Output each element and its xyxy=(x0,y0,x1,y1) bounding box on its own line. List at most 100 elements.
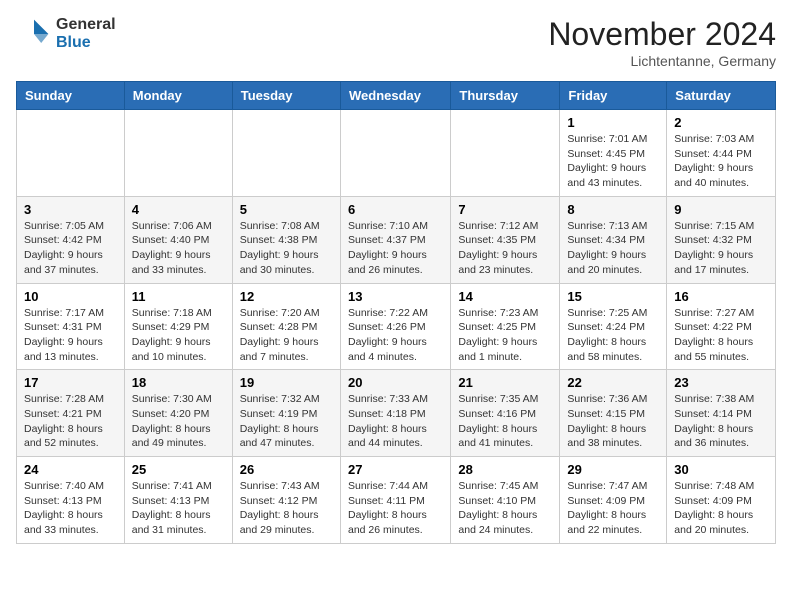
calendar-day-cell xyxy=(232,110,340,197)
location: Lichtentanne, Germany xyxy=(548,53,776,69)
day-number: 15 xyxy=(567,289,659,304)
calendar-week-row: 17 Sunrise: 7:28 AM Sunset: 4:21 PM Dayli… xyxy=(17,370,776,457)
day-number: 5 xyxy=(240,202,333,217)
page-header: General Blue November 2024 Lichtentanne,… xyxy=(16,16,776,69)
day-number: 7 xyxy=(458,202,552,217)
weekday-header: Sunday xyxy=(17,82,125,110)
logo-general: General xyxy=(56,16,116,34)
day-number: 13 xyxy=(348,289,443,304)
day-number: 28 xyxy=(458,462,552,477)
day-info: Sunrise: 7:23 AM Sunset: 4:25 PM Dayligh… xyxy=(458,306,552,365)
calendar-day-cell: 14Sunrise: 7:23 AM Sunset: 4:25 PM Dayli… xyxy=(451,283,560,370)
weekday-header: Friday xyxy=(560,82,667,110)
day-info: Sunrise: 7:35 AM Sunset: 4:16 PM Dayligh… xyxy=(458,392,552,451)
day-number: 1 xyxy=(567,115,659,130)
day-info: Sunrise: 7:06 AM Sunset: 4:40 PM Dayligh… xyxy=(132,219,225,278)
day-info: Sunrise: 7:22 AM Sunset: 4:26 PM Dayligh… xyxy=(348,306,443,365)
weekday-header: Monday xyxy=(124,82,232,110)
day-number: 29 xyxy=(567,462,659,477)
calendar-day-cell: 6 Sunrise: 7:10 AM Sunset: 4:37 PM Daylig… xyxy=(340,196,450,283)
day-number: 4 xyxy=(132,202,225,217)
day-number: 8 xyxy=(567,202,659,217)
day-number: 12 xyxy=(240,289,333,304)
day-info: Sunrise: 7:27 AM Sunset: 4:22 PM Dayligh… xyxy=(674,306,768,365)
calendar-day-cell: 29 Sunrise: 7:47 AM Sunset: 4:09 PM Dayli… xyxy=(560,457,667,544)
day-info: Sunrise: 7:25 AM Sunset: 4:24 PM Dayligh… xyxy=(567,306,659,365)
calendar-day-cell: 15 Sunrise: 7:25 AM Sunset: 4:24 PM Dayli… xyxy=(560,283,667,370)
calendar-day-cell: 22 Sunrise: 7:36 AM Sunset: 4:15 PM Dayli… xyxy=(560,370,667,457)
calendar-day-cell: 23 Sunrise: 7:38 AM Sunset: 4:14 PM Dayli… xyxy=(667,370,776,457)
day-number: 30 xyxy=(674,462,768,477)
calendar-day-cell: 28 Sunrise: 7:45 AM Sunset: 4:10 PM Dayli… xyxy=(451,457,560,544)
day-number: 11 xyxy=(132,289,225,304)
calendar-day-cell: 10Sunrise: 7:17 AM Sunset: 4:31 PM Dayli… xyxy=(17,283,125,370)
day-info: Sunrise: 7:08 AM Sunset: 4:38 PM Dayligh… xyxy=(240,219,333,278)
calendar-day-cell: 1Sunrise: 7:01 AM Sunset: 4:45 PM Daylig… xyxy=(560,110,667,197)
day-info: Sunrise: 7:03 AM Sunset: 4:44 PM Dayligh… xyxy=(674,132,768,191)
day-number: 3 xyxy=(24,202,117,217)
day-number: 2 xyxy=(674,115,768,130)
calendar-day-cell: 12 Sunrise: 7:20 AM Sunset: 4:28 PM Dayli… xyxy=(232,283,340,370)
weekday-row: SundayMondayTuesdayWednesdayThursdayFrid… xyxy=(17,82,776,110)
day-info: Sunrise: 7:47 AM Sunset: 4:09 PM Dayligh… xyxy=(567,479,659,538)
calendar-body: 1Sunrise: 7:01 AM Sunset: 4:45 PM Daylig… xyxy=(17,110,776,544)
day-info: Sunrise: 7:41 AM Sunset: 4:13 PM Dayligh… xyxy=(132,479,225,538)
title-section: November 2024 Lichtentanne, Germany xyxy=(548,16,776,69)
day-number: 10 xyxy=(24,289,117,304)
day-info: Sunrise: 7:45 AM Sunset: 4:10 PM Dayligh… xyxy=(458,479,552,538)
calendar-day-cell: 30 Sunrise: 7:48 AM Sunset: 4:09 PM Dayli… xyxy=(667,457,776,544)
calendar-day-cell: 27Sunrise: 7:44 AM Sunset: 4:11 PM Dayli… xyxy=(340,457,450,544)
calendar-week-row: 24Sunrise: 7:40 AM Sunset: 4:13 PM Dayli… xyxy=(17,457,776,544)
month-title: November 2024 xyxy=(548,16,776,53)
day-info: Sunrise: 7:38 AM Sunset: 4:14 PM Dayligh… xyxy=(674,392,768,451)
calendar-day-cell: 9 Sunrise: 7:15 AM Sunset: 4:32 PM Daylig… xyxy=(667,196,776,283)
day-number: 21 xyxy=(458,375,552,390)
weekday-header: Saturday xyxy=(667,82,776,110)
calendar-day-cell: 18Sunrise: 7:30 AM Sunset: 4:20 PM Dayli… xyxy=(124,370,232,457)
day-info: Sunrise: 7:33 AM Sunset: 4:18 PM Dayligh… xyxy=(348,392,443,451)
day-info: Sunrise: 7:43 AM Sunset: 4:12 PM Dayligh… xyxy=(240,479,333,538)
day-number: 23 xyxy=(674,375,768,390)
day-info: Sunrise: 7:15 AM Sunset: 4:32 PM Dayligh… xyxy=(674,219,768,278)
calendar-day-cell: 8Sunrise: 7:13 AM Sunset: 4:34 PM Daylig… xyxy=(560,196,667,283)
day-number: 26 xyxy=(240,462,333,477)
calendar-day-cell xyxy=(340,110,450,197)
day-info: Sunrise: 7:28 AM Sunset: 4:21 PM Dayligh… xyxy=(24,392,117,451)
day-number: 17 xyxy=(24,375,117,390)
logo: General Blue xyxy=(16,16,116,52)
calendar-day-cell: 16Sunrise: 7:27 AM Sunset: 4:22 PM Dayli… xyxy=(667,283,776,370)
day-number: 25 xyxy=(132,462,225,477)
calendar-day-cell: 11 Sunrise: 7:18 AM Sunset: 4:29 PM Dayli… xyxy=(124,283,232,370)
day-info: Sunrise: 7:48 AM Sunset: 4:09 PM Dayligh… xyxy=(674,479,768,538)
calendar-day-cell: 24Sunrise: 7:40 AM Sunset: 4:13 PM Dayli… xyxy=(17,457,125,544)
day-info: Sunrise: 7:40 AM Sunset: 4:13 PM Dayligh… xyxy=(24,479,117,538)
weekday-header: Wednesday xyxy=(340,82,450,110)
calendar-day-cell: 13 Sunrise: 7:22 AM Sunset: 4:26 PM Dayli… xyxy=(340,283,450,370)
calendar-week-row: 1Sunrise: 7:01 AM Sunset: 4:45 PM Daylig… xyxy=(17,110,776,197)
day-info: Sunrise: 7:20 AM Sunset: 4:28 PM Dayligh… xyxy=(240,306,333,365)
day-info: Sunrise: 7:10 AM Sunset: 4:37 PM Dayligh… xyxy=(348,219,443,278)
day-number: 27 xyxy=(348,462,443,477)
calendar-day-cell xyxy=(124,110,232,197)
calendar-day-cell xyxy=(17,110,125,197)
weekday-header: Thursday xyxy=(451,82,560,110)
calendar-day-cell: 25 Sunrise: 7:41 AM Sunset: 4:13 PM Dayli… xyxy=(124,457,232,544)
day-info: Sunrise: 7:12 AM Sunset: 4:35 PM Dayligh… xyxy=(458,219,552,278)
calendar-day-cell: 17 Sunrise: 7:28 AM Sunset: 4:21 PM Dayli… xyxy=(17,370,125,457)
day-number: 18 xyxy=(132,375,225,390)
calendar-header: SundayMondayTuesdayWednesdayThursdayFrid… xyxy=(17,82,776,110)
calendar-day-cell: 26 Sunrise: 7:43 AM Sunset: 4:12 PM Dayli… xyxy=(232,457,340,544)
calendar-day-cell: 2 Sunrise: 7:03 AM Sunset: 4:44 PM Daylig… xyxy=(667,110,776,197)
day-number: 19 xyxy=(240,375,333,390)
day-info: Sunrise: 7:36 AM Sunset: 4:15 PM Dayligh… xyxy=(567,392,659,451)
day-number: 20 xyxy=(348,375,443,390)
day-number: 6 xyxy=(348,202,443,217)
logo-blue: Blue xyxy=(56,34,116,52)
calendar-day-cell: 21 Sunrise: 7:35 AM Sunset: 4:16 PM Dayli… xyxy=(451,370,560,457)
calendar-week-row: 3Sunrise: 7:05 AM Sunset: 4:42 PM Daylig… xyxy=(17,196,776,283)
day-number: 9 xyxy=(674,202,768,217)
day-number: 22 xyxy=(567,375,659,390)
day-info: Sunrise: 7:18 AM Sunset: 4:29 PM Dayligh… xyxy=(132,306,225,365)
calendar-day-cell: 5 Sunrise: 7:08 AM Sunset: 4:38 PM Daylig… xyxy=(232,196,340,283)
calendar-day-cell: 20 Sunrise: 7:33 AM Sunset: 4:18 PM Dayli… xyxy=(340,370,450,457)
